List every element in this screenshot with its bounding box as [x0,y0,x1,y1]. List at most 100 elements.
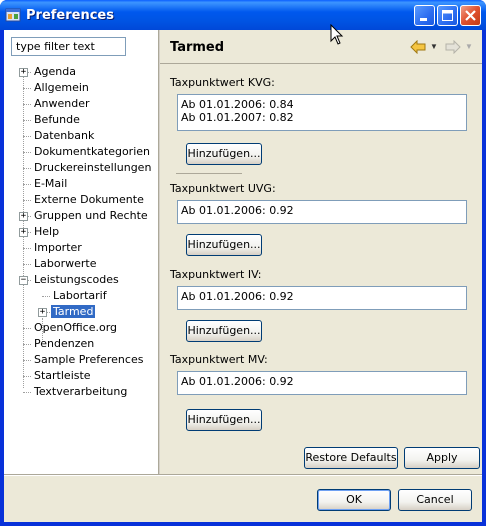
list-item[interactable]: Ab 01.01.2006: 0.92 [181,375,463,388]
tree-item-tarmed[interactable]: Tarmed [51,304,96,320]
tree-connector [23,328,31,329]
tree-connector [23,168,31,169]
tree-connector [23,120,31,121]
back-arrow-icon[interactable] [410,40,426,54]
tree-item-label: Help [34,225,60,238]
tree-item-pendenzen[interactable]: Pendenzen [32,336,96,352]
group-label: Taxpunktwert IV: [170,268,262,281]
tree-item-label: Pendenzen [34,337,95,350]
tree-item-label: OpenOffice.org [34,321,118,334]
rate-list-uvg[interactable]: Ab 01.01.2006: 0.92 [177,200,467,224]
tree-item-dokumentkategorien[interactable]: Dokumentkategorien [32,144,152,160]
minimize-icon [420,18,427,21]
tree-item-befunde[interactable]: Befunde [32,112,82,128]
ok-button[interactable]: OK [317,489,391,511]
tree-item-label: Labortarif [53,289,107,302]
tree-item-label: E-Mail [34,177,68,190]
tree-item-startleiste[interactable]: Startleiste [32,368,93,384]
tree-connector [23,248,31,249]
tree-item-label: Gruppen und Rechte [34,209,148,222]
tree-connector [23,392,31,393]
preference-page: Tarmed ▼ ▼ Taxpunktwert KVG: Ab 01.01.20… [160,30,482,474]
tree-item-label: Tarmed [51,305,96,318]
maximize-icon [442,10,453,21]
collapse-icon[interactable]: − [19,276,28,285]
minimize-button[interactable] [414,5,435,26]
tree-connector [23,104,31,105]
group-mv: Taxpunktwert MV: Ab 01.01.2006: 0.92 Hin… [170,353,474,433]
tree-item-label: Externe Dokumente [34,193,144,206]
rate-list-iv[interactable]: Ab 01.01.2006: 0.92 [177,286,467,310]
back-dropdown-icon[interactable]: ▼ [430,42,438,51]
tree-item-sample-preferences[interactable]: Sample Preferences [32,352,145,368]
bottom-separator [4,474,482,476]
tree-item-allgemein[interactable]: Allgemein [32,80,91,96]
tree-connector [23,200,31,201]
restore-defaults-button[interactable]: Restore Defaults [304,447,398,469]
list-item[interactable]: Ab 01.01.2006: 0.92 [181,290,463,303]
maximize-button[interactable] [437,5,458,26]
tree-item-help[interactable]: Help [32,224,61,240]
add-button-iv[interactable]: Hinzufügen... [186,320,262,342]
group-label: Taxpunktwert MV: [170,353,268,366]
tree-item-agenda[interactable]: Agenda [32,64,78,80]
tree-item-druckereinstellungen[interactable]: Druckereinstellungen [32,160,153,176]
dialog-client-area: + Agenda Allgemein Anwender Befunde Datenbank… [4,30,482,522]
tree-connector [23,136,31,137]
tree-item-label: Startleiste [34,369,91,382]
tree-item-textverarbeitung[interactable]: Textverarbeitung [32,384,129,400]
close-button[interactable] [460,5,481,26]
tree-item-label: Befunde [34,113,80,126]
expand-icon[interactable]: + [19,228,28,237]
expand-icon[interactable]: + [19,68,28,77]
tree-item-openoffice-org[interactable]: OpenOffice.org [32,320,119,336]
window-title: Preferences [26,8,114,23]
forward-arrow-icon [445,40,461,54]
tree-item-label: Anwender [34,97,90,110]
tree-connector [42,296,50,297]
tree-item-label: Laborwerte [34,257,97,270]
tree-item-anwender[interactable]: Anwender [32,96,92,112]
title-bar[interactable]: Preferences [0,0,486,30]
tree-connector [23,360,31,361]
list-item[interactable]: Ab 01.01.2006: 0.92 [181,204,463,217]
list-item[interactable]: Ab 01.01.2006: 0.84 [181,98,463,111]
expand-icon[interactable]: + [38,308,47,317]
group-divider [176,173,242,174]
list-item[interactable]: Ab 01.01.2007: 0.82 [181,111,463,124]
tree-item-label: Druckereinstellungen [34,161,152,174]
apply-button[interactable]: Apply [404,447,480,469]
mouse-cursor-icon [330,24,344,45]
tree-item-laborwerte[interactable]: Laborwerte [32,256,98,272]
tree-item-label: Importer [34,241,82,254]
add-button-uvg[interactable]: Hinzufügen... [186,234,262,256]
add-button-kvg[interactable]: Hinzufügen... [186,143,262,165]
tree-item-label: Leistungscodes [34,273,119,286]
header-separator [160,63,482,64]
tree-connector [23,152,31,153]
rate-list-kvg[interactable]: Ab 01.01.2006: 0.84 Ab 01.01.2007: 0.82 [177,94,467,131]
tree-item-labortarif[interactable]: Labortarif [51,288,109,304]
tree-item-gruppen-und-rechte[interactable]: Gruppen und Rechte [32,208,150,224]
cancel-button[interactable]: Cancel [398,489,472,511]
tree-connector [23,88,31,89]
tree-item-label: Sample Preferences [34,353,144,366]
group-uvg: Taxpunktwert UVG: Ab 01.01.2006: 0.92 Hi… [170,182,474,262]
rate-list-mv[interactable]: Ab 01.01.2006: 0.92 [177,371,467,395]
tree-item-externe-dokumente[interactable]: Externe Dokumente [32,192,146,208]
filter-input[interactable] [11,37,126,56]
tree-item-label: Dokumentkategorien [34,145,150,158]
add-button-mv[interactable]: Hinzufügen... [186,409,262,431]
tree-item-e-mail[interactable]: E-Mail [32,176,69,192]
tree-item-leistungscodes[interactable]: Leistungscodes [32,272,121,288]
tree-item-label: Textverarbeitung [34,385,128,398]
tree-item-label: Datenbank [34,129,95,142]
tree-connector [23,184,31,185]
tree-item-datenbank[interactable]: Datenbank [32,128,96,144]
tree-item-importer[interactable]: Importer [32,240,84,256]
tree-connector [23,344,31,345]
preferences-window: Preferences + Agenda Allgemein Anwender Befu… [0,0,486,526]
tree-item-label: Agenda [34,65,76,78]
expand-icon[interactable]: + [19,212,28,221]
app-icon [5,8,21,22]
